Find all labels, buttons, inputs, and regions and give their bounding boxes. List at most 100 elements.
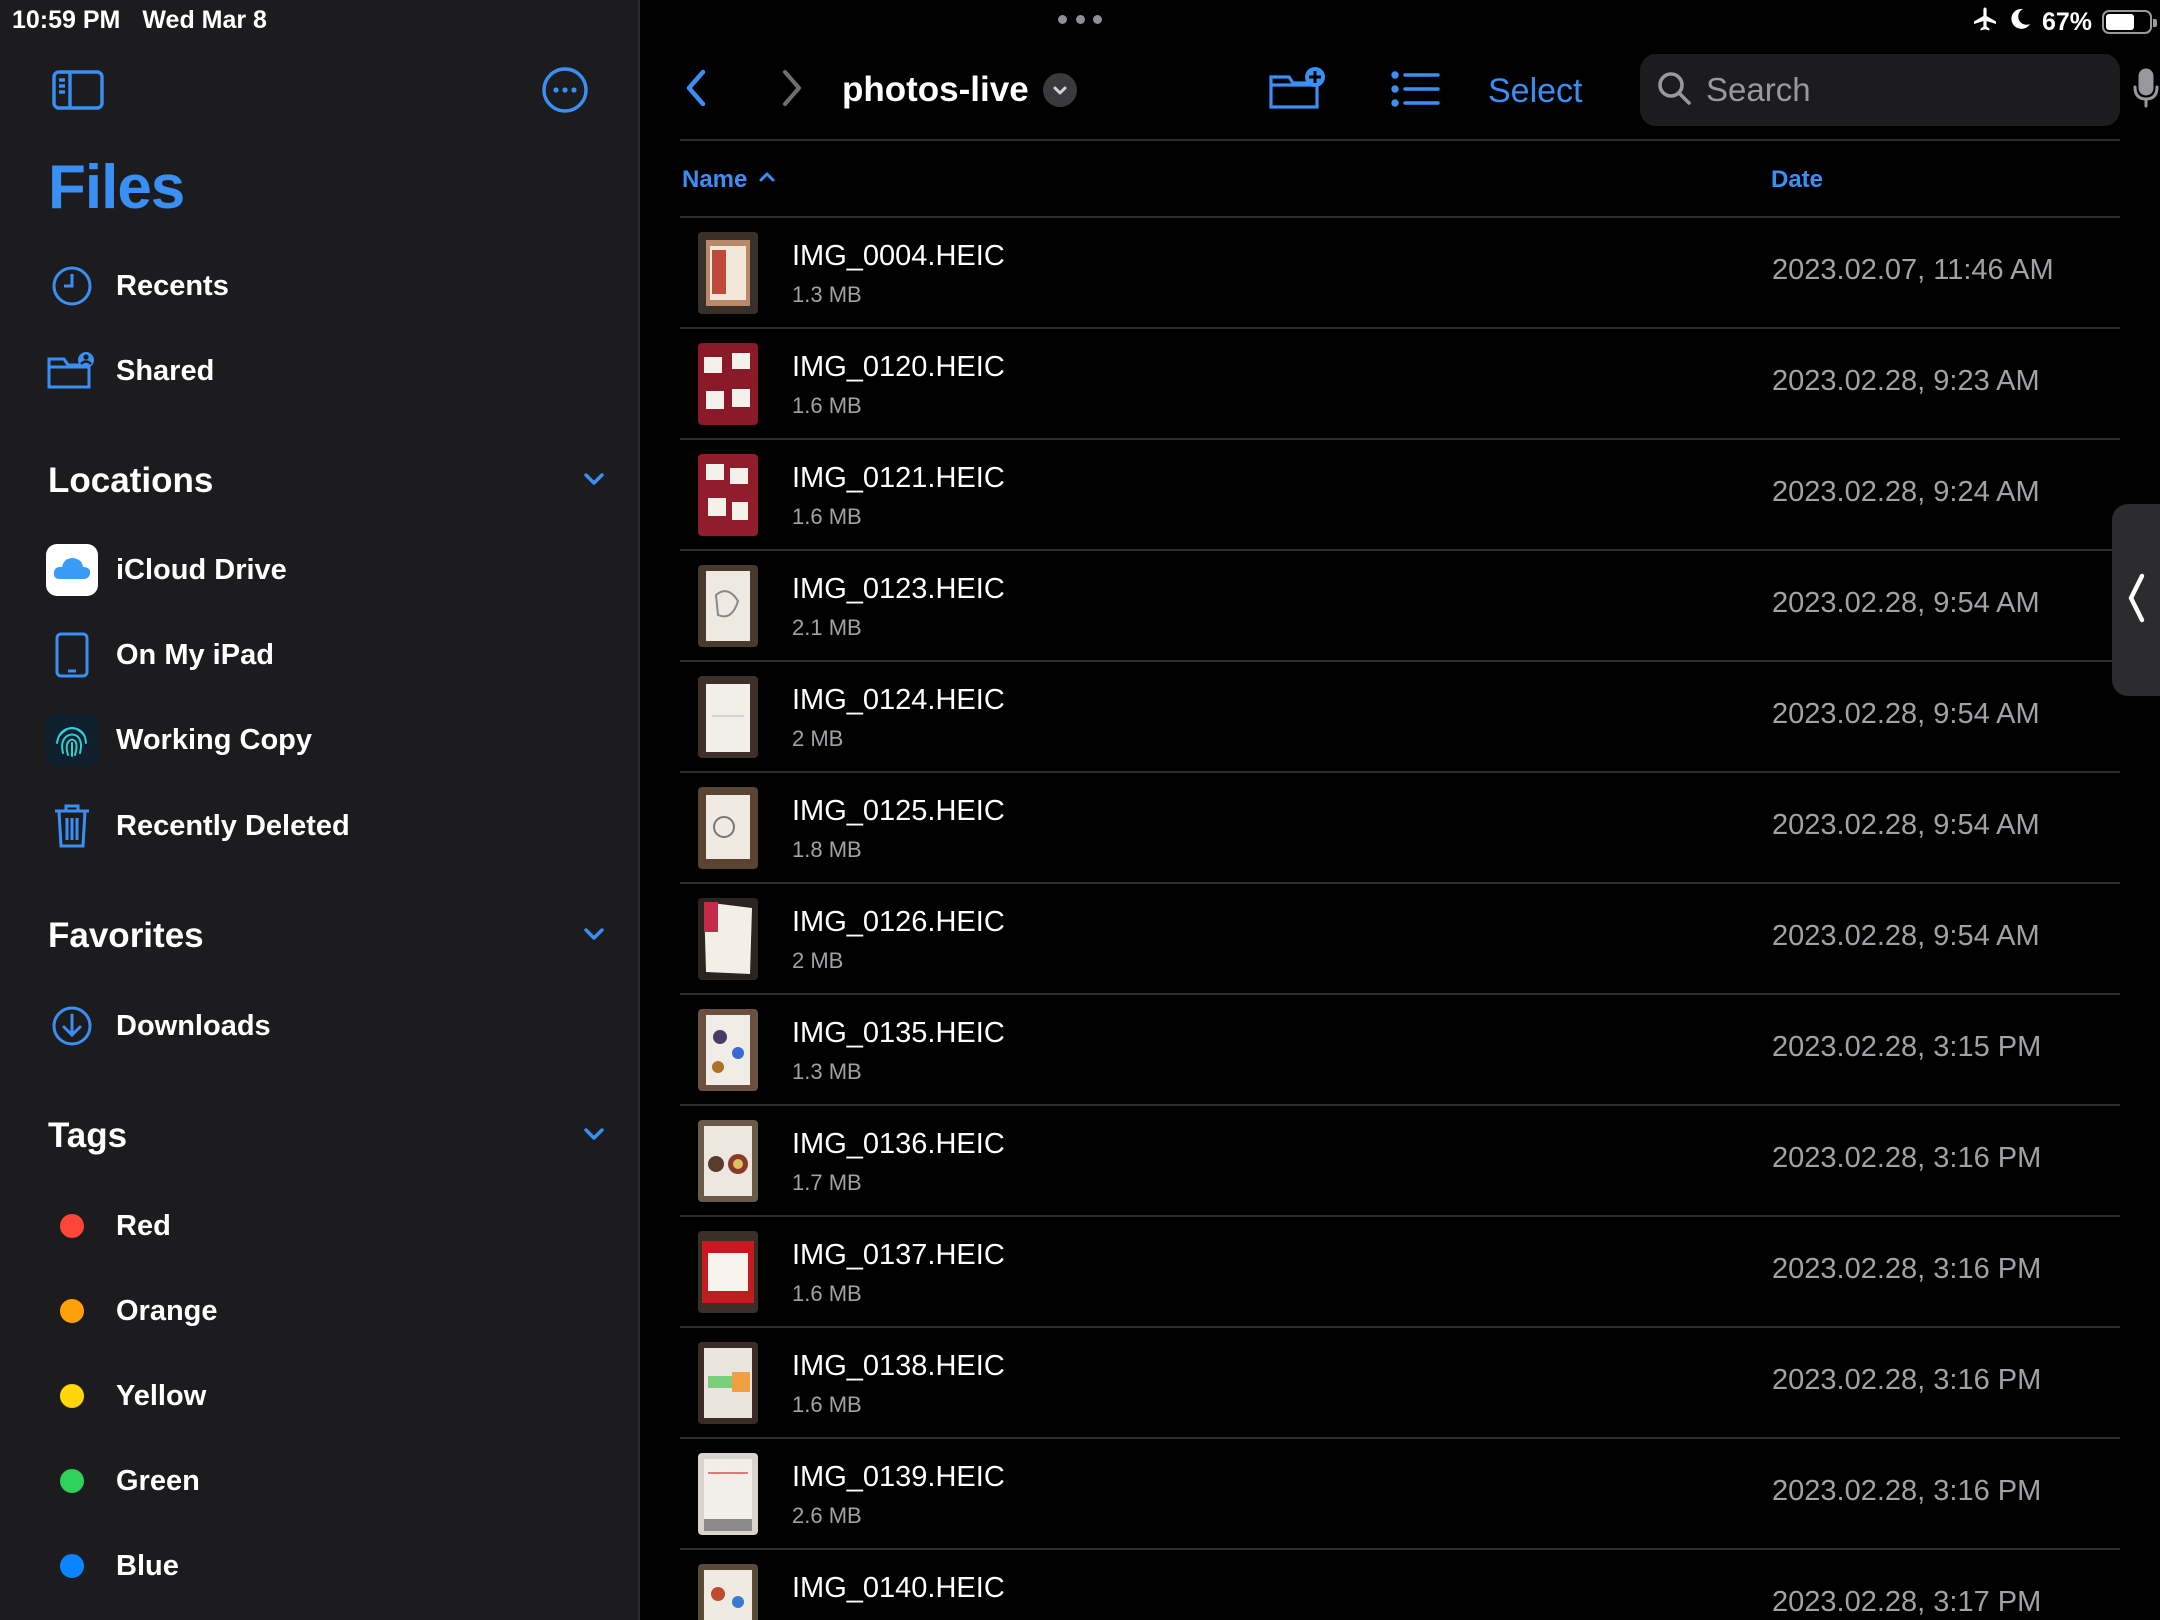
file-date: 2023.02.28, 3:15 PM — [1772, 1031, 2042, 1063]
sidebar-item-working-copy[interactable]: Working Copy — [44, 708, 604, 772]
sidebar-item-label: Yellow — [116, 1379, 207, 1412]
sidebar-item-recents[interactable]: Recents — [44, 254, 604, 318]
file-thumbnail — [698, 343, 758, 425]
folder-title-menu[interactable]: photos-live — [842, 64, 1077, 116]
tag-color-dot — [60, 1384, 84, 1408]
file-thumbnail — [698, 676, 758, 758]
file-name: IMG_0137.HEIC — [792, 1239, 1005, 1271]
sidebar-title: Files — [48, 153, 185, 222]
sidebar-item-tag-orange[interactable]: Orange — [44, 1279, 604, 1343]
sidebar-item-tag-red[interactable]: Red — [44, 1194, 604, 1258]
moon-icon — [2008, 7, 2032, 38]
new-folder-button[interactable] — [1266, 64, 1330, 118]
file-row[interactable]: IMG_0124.HEIC 2 MB 2023.02.28, 9:54 AM — [680, 660, 2120, 771]
search-field[interactable] — [1640, 54, 2159, 126]
file-row[interactable]: IMG_0139.HEIC 2.6 MB 2023.02.28, 3:16 PM — [680, 1437, 2120, 1548]
sidebar-item-label: Red — [116, 1209, 171, 1242]
section-label: Tags — [48, 1116, 128, 1155]
view-options-button[interactable] — [1384, 64, 1448, 118]
file-row[interactable]: IMG_0140.HEIC 2023.02.28, 3:17 PM — [680, 1548, 2120, 1620]
battery-percent: 67% — [2041, 7, 2092, 36]
more-icon[interactable] — [537, 62, 593, 118]
search-icon — [1656, 70, 1692, 111]
sidebar-toggle-icon[interactable] — [50, 62, 106, 118]
file-date: 2023.02.28, 9:54 AM — [1772, 920, 2040, 952]
sidebar-item-on-my-ipad[interactable]: On My iPad — [44, 623, 604, 687]
file-thumbnail — [698, 1231, 758, 1313]
column-header-date[interactable]: Date — [1771, 160, 1823, 200]
column-header-name[interactable]: Name — [682, 160, 777, 200]
section-label: Favorites — [48, 916, 204, 955]
file-thumbnail — [698, 898, 758, 980]
file-name: IMG_0125.HEIC — [792, 795, 1005, 827]
section-label: Locations — [48, 461, 214, 500]
file-name: IMG_0135.HEIC — [792, 1017, 1005, 1049]
sidebar-item-label: Blue — [116, 1549, 179, 1582]
new-folder-icon — [1268, 65, 1328, 118]
file-row[interactable]: IMG_0120.HEIC 1.6 MB 2023.02.28, 9:23 AM — [680, 327, 2120, 438]
file-date: 2023.02.28, 3:16 PM — [1772, 1364, 2042, 1396]
file-name: IMG_0120.HEIC — [792, 351, 1005, 383]
section-header-favorites[interactable]: Favorites — [48, 911, 608, 961]
folder-title: photos-live — [842, 70, 1029, 109]
column-header-label: Date — [1771, 166, 1824, 193]
clock-icon — [44, 258, 100, 314]
status-date: Wed Mar 8 — [142, 6, 267, 34]
search-input[interactable] — [1706, 71, 2131, 109]
column-header-label: Name — [682, 166, 748, 193]
tag-color-dot — [60, 1469, 84, 1493]
sidebar-item-downloads[interactable]: Downloads — [44, 994, 604, 1058]
fingerprint-icon — [44, 712, 100, 768]
file-size: 2 MB — [792, 948, 844, 973]
select-button[interactable]: Select — [1488, 64, 1583, 118]
sidebar-item-label: iCloud Drive — [116, 553, 287, 586]
sidebar-item-label: Working Copy — [116, 723, 313, 756]
file-date: 2023.02.28, 3:17 PM — [1772, 1586, 2042, 1618]
airplane-icon — [1972, 6, 1998, 39]
file-row[interactable]: IMG_0121.HEIC 1.6 MB 2023.02.28, 9:24 AM — [680, 438, 2120, 549]
sidebar-item-tag-green[interactable]: Green — [44, 1449, 604, 1513]
status-time: 10:59 PM — [12, 6, 121, 34]
file-row[interactable]: IMG_0004.HEIC 1.3 MB 2023.02.07, 11:46 AM — [680, 216, 2120, 327]
forward-button[interactable] — [762, 62, 822, 118]
sidebar-item-tag-blue[interactable]: Blue — [44, 1534, 604, 1598]
sidebar-item-recently-deleted[interactable]: Recently Deleted — [44, 794, 604, 858]
sidebar-item-icloud-drive[interactable]: iCloud Drive — [44, 538, 604, 602]
slide-over-tab[interactable] — [2112, 504, 2160, 696]
file-name: IMG_0138.HEIC — [792, 1350, 1005, 1382]
multitasking-handle[interactable] — [1058, 12, 1102, 26]
section-header-locations[interactable]: Locations — [48, 456, 608, 506]
file-size: 1.3 MB — [792, 1059, 862, 1084]
icloud-icon — [44, 542, 100, 598]
file-date: 2023.02.28, 3:16 PM — [1772, 1253, 2042, 1285]
back-button[interactable] — [666, 62, 726, 118]
sidebar-item-tag-yellow[interactable]: Yellow — [44, 1364, 604, 1428]
sidebar-item-label: Shared — [116, 354, 215, 387]
file-row[interactable]: IMG_0123.HEIC 2.1 MB 2023.02.28, 9:54 AM — [680, 549, 2120, 660]
chevron-down-icon — [580, 465, 608, 498]
file-row[interactable]: IMG_0126.HEIC 2 MB 2023.02.28, 9:54 AM — [680, 882, 2120, 993]
file-row[interactable]: IMG_0136.HEIC 1.7 MB 2023.02.28, 3:16 PM — [680, 1104, 2120, 1215]
file-thumbnail — [698, 1120, 758, 1202]
sidebar-item-shared[interactable]: Shared — [44, 339, 604, 403]
sidebar-item-label: Downloads — [116, 1009, 271, 1042]
battery-icon — [2102, 10, 2157, 34]
file-row[interactable]: IMG_0125.HEIC 1.8 MB 2023.02.28, 9:54 AM — [680, 771, 2120, 882]
section-header-tags[interactable]: Tags — [48, 1111, 608, 1161]
file-name: IMG_0124.HEIC — [792, 684, 1005, 716]
file-row[interactable]: IMG_0138.HEIC 1.6 MB 2023.02.28, 3:16 PM — [680, 1326, 2120, 1437]
chevron-up-icon — [757, 166, 777, 194]
chevron-left-icon — [2124, 568, 2148, 633]
file-size: 1.6 MB — [792, 1281, 862, 1306]
file-name: IMG_0004.HEIC — [792, 240, 1005, 272]
file-size: 1.6 MB — [792, 393, 862, 418]
battery-fill — [2106, 14, 2135, 30]
sidebar-item-label: Recently Deleted — [116, 809, 350, 842]
file-thumbnail — [698, 1342, 758, 1424]
file-row[interactable]: IMG_0137.HEIC 1.6 MB 2023.02.28, 3:16 PM — [680, 1215, 2120, 1326]
chevron-left-icon — [679, 66, 713, 115]
file-row[interactable]: IMG_0135.HEIC 1.3 MB 2023.02.28, 3:15 PM — [680, 993, 2120, 1104]
trash-icon — [44, 798, 100, 854]
file-size: 2.6 MB — [792, 1503, 862, 1528]
microphone-icon[interactable] — [2131, 67, 2160, 114]
